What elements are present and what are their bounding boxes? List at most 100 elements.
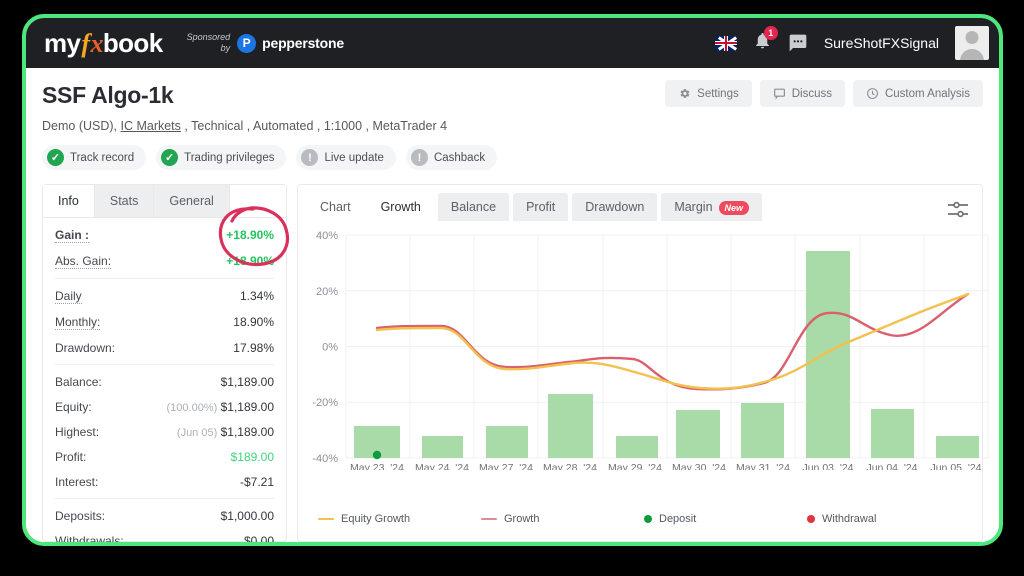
tab-general[interactable]: General <box>154 185 230 217</box>
settings-button[interactable]: Settings <box>665 80 752 107</box>
row-equity: Equity: (100.00%) $1,189.00 <box>55 394 274 419</box>
page-actions: Settings Discuss Custom Analysis <box>665 80 983 107</box>
tab-drawdown[interactable]: Drawdown <box>572 193 658 221</box>
new-badge: New <box>718 201 750 215</box>
account-meta-suffix: , Technical , Automated , 1:1000 , MetaT… <box>180 119 448 133</box>
row-label: Withdrawals: <box>55 533 124 546</box>
pepperstone-logo[interactable]: P pepperstone <box>237 33 344 53</box>
broker-link[interactable]: IC Markets <box>120 119 180 133</box>
bar <box>676 410 720 458</box>
x-tick: May 31, '24 <box>736 462 790 470</box>
notifications-button[interactable]: 1 <box>753 26 778 55</box>
divider <box>55 498 274 499</box>
badge-track-record[interactable]: ✓ Track record <box>42 145 147 170</box>
legend-dot-swatch <box>644 515 652 523</box>
page-content: SSF Algo-1k Demo (USD), IC Markets , Tec… <box>26 68 999 542</box>
check-icon: ✓ <box>161 149 179 166</box>
divider <box>55 278 274 279</box>
row-value: (Jun 05) $1,189.00 <box>177 425 274 439</box>
legend-item-withdrawal[interactable]: Withdrawal <box>807 513 970 525</box>
row-gain: Gain : +18.90% <box>55 222 274 248</box>
x-tick: May 30, '24 <box>672 462 726 470</box>
myfxbook-logo[interactable]: my f x book <box>44 28 163 59</box>
row-withdrawals: Withdrawals: $0.00 <box>55 528 274 546</box>
custom-analysis-label: Custom Analysis <box>884 87 970 100</box>
row-value: (100.00%) $1,189.00 <box>167 400 275 414</box>
row-label: Balance: <box>55 374 102 389</box>
logo-text-my: my <box>44 27 81 58</box>
row-value: $1,189.00 <box>220 374 274 389</box>
row-value: -$7.21 <box>239 474 274 489</box>
x-tick: May 23, '24 <box>350 462 404 470</box>
y-tick: -20% <box>312 397 338 409</box>
info-tabs: Info Stats General <box>43 185 286 218</box>
row-label[interactable]: Daily <box>55 289 82 304</box>
bar <box>741 403 784 458</box>
row-deposits: Deposits: $1,000.00 <box>55 503 274 528</box>
legend-label: Withdrawal <box>822 513 877 525</box>
legend-item-equity-growth[interactable]: Equity Growth <box>318 513 481 525</box>
legend-item-deposit[interactable]: Deposit <box>644 513 807 525</box>
row-drawdown: Drawdown: 17.98% <box>55 335 274 360</box>
settings-label: Settings <box>697 87 739 100</box>
row-value: $1,000.00 <box>220 508 274 523</box>
bar <box>806 251 850 458</box>
badge-label: Trading privileges <box>184 151 275 164</box>
logo-text-f: f <box>81 28 90 58</box>
legend-dot-swatch <box>807 515 815 523</box>
legend-item-growth[interactable]: Growth <box>481 513 644 525</box>
x-axis-labels: May 23, '24 May 24, '24 May 27, '24 May … <box>350 462 982 470</box>
row-label[interactable]: Gain : <box>55 228 90 243</box>
y-axis-labels: 40% 20% 0% -20% -40% <box>312 230 338 465</box>
account-meta-prefix: Demo (USD), <box>42 119 121 133</box>
row-value-main: $1,189.00 <box>220 424 274 439</box>
clock-icon <box>867 88 878 99</box>
x-tick: May 27, '24 <box>479 462 533 470</box>
row-value: 1.34% <box>239 288 274 303</box>
tab-growth[interactable]: Growth <box>367 193 434 221</box>
logo-text-book: book <box>102 27 163 58</box>
y-tick: 0% <box>322 342 338 354</box>
sliders-icon[interactable] <box>946 199 970 221</box>
row-label: Deposits: <box>55 508 106 523</box>
badge-cashback[interactable]: ! Cashback <box>405 145 498 170</box>
row-profit: Profit: $189.00 <box>55 444 274 469</box>
x-tick: Jun 05, '24 <box>930 462 981 470</box>
row-label[interactable]: Monthly: <box>55 315 101 330</box>
row-value: 17.98% <box>233 340 274 355</box>
y-tick: -40% <box>312 453 338 465</box>
tab-balance[interactable]: Balance <box>437 193 510 221</box>
tab-margin[interactable]: Margin New <box>661 193 763 221</box>
x-tick: Jun 03, '24 <box>802 462 853 470</box>
uk-flag-icon[interactable] <box>714 35 737 51</box>
bar <box>486 426 528 458</box>
row-label: Drawdown: <box>55 340 116 355</box>
check-icon: ✓ <box>47 149 64 166</box>
chart-panel: Chart Growth Balance Profit Drawdown Mar… <box>297 184 989 542</box>
row-value-main: $1,189.00 <box>220 399 274 414</box>
tab-profit[interactable]: Profit <box>513 193 569 221</box>
avatar[interactable] <box>955 26 989 60</box>
tab-chart[interactable]: Chart <box>307 193 364 221</box>
gear-icon <box>680 89 690 98</box>
row-label: Profit: <box>55 449 87 464</box>
row-label[interactable]: Abs. Gain: <box>55 254 112 269</box>
tab-margin-label: Margin <box>674 200 713 214</box>
pepperstone-mark-icon: P <box>237 33 257 53</box>
badge-live-update[interactable]: ! Live update <box>296 145 396 170</box>
x-tick: May 29, '24 <box>608 462 662 470</box>
custom-analysis-button[interactable]: Custom Analysis <box>852 80 983 107</box>
sponsor-block: Sponsored by P pepperstone <box>187 32 345 54</box>
panels-row: Info Stats General Gain : +18.90% Abs. G… <box>42 184 989 542</box>
tab-info[interactable]: Info <box>43 185 95 217</box>
badge-label: Track record <box>70 151 135 164</box>
badge-label: Live update <box>324 151 384 164</box>
row-label: Highest: <box>55 424 100 439</box>
row-highest: Highest: (Jun 05) $1,189.00 <box>55 419 274 444</box>
tab-stats[interactable]: Stats <box>94 185 155 217</box>
badge-trading-privileges[interactable]: ✓ Trading privileges <box>156 145 287 170</box>
chat-icon[interactable] <box>788 33 808 53</box>
row-interest: Interest: -$7.21 <box>55 469 274 494</box>
discuss-button[interactable]: Discuss <box>759 80 845 107</box>
username-label[interactable]: SureShotFXSignal <box>824 35 939 51</box>
